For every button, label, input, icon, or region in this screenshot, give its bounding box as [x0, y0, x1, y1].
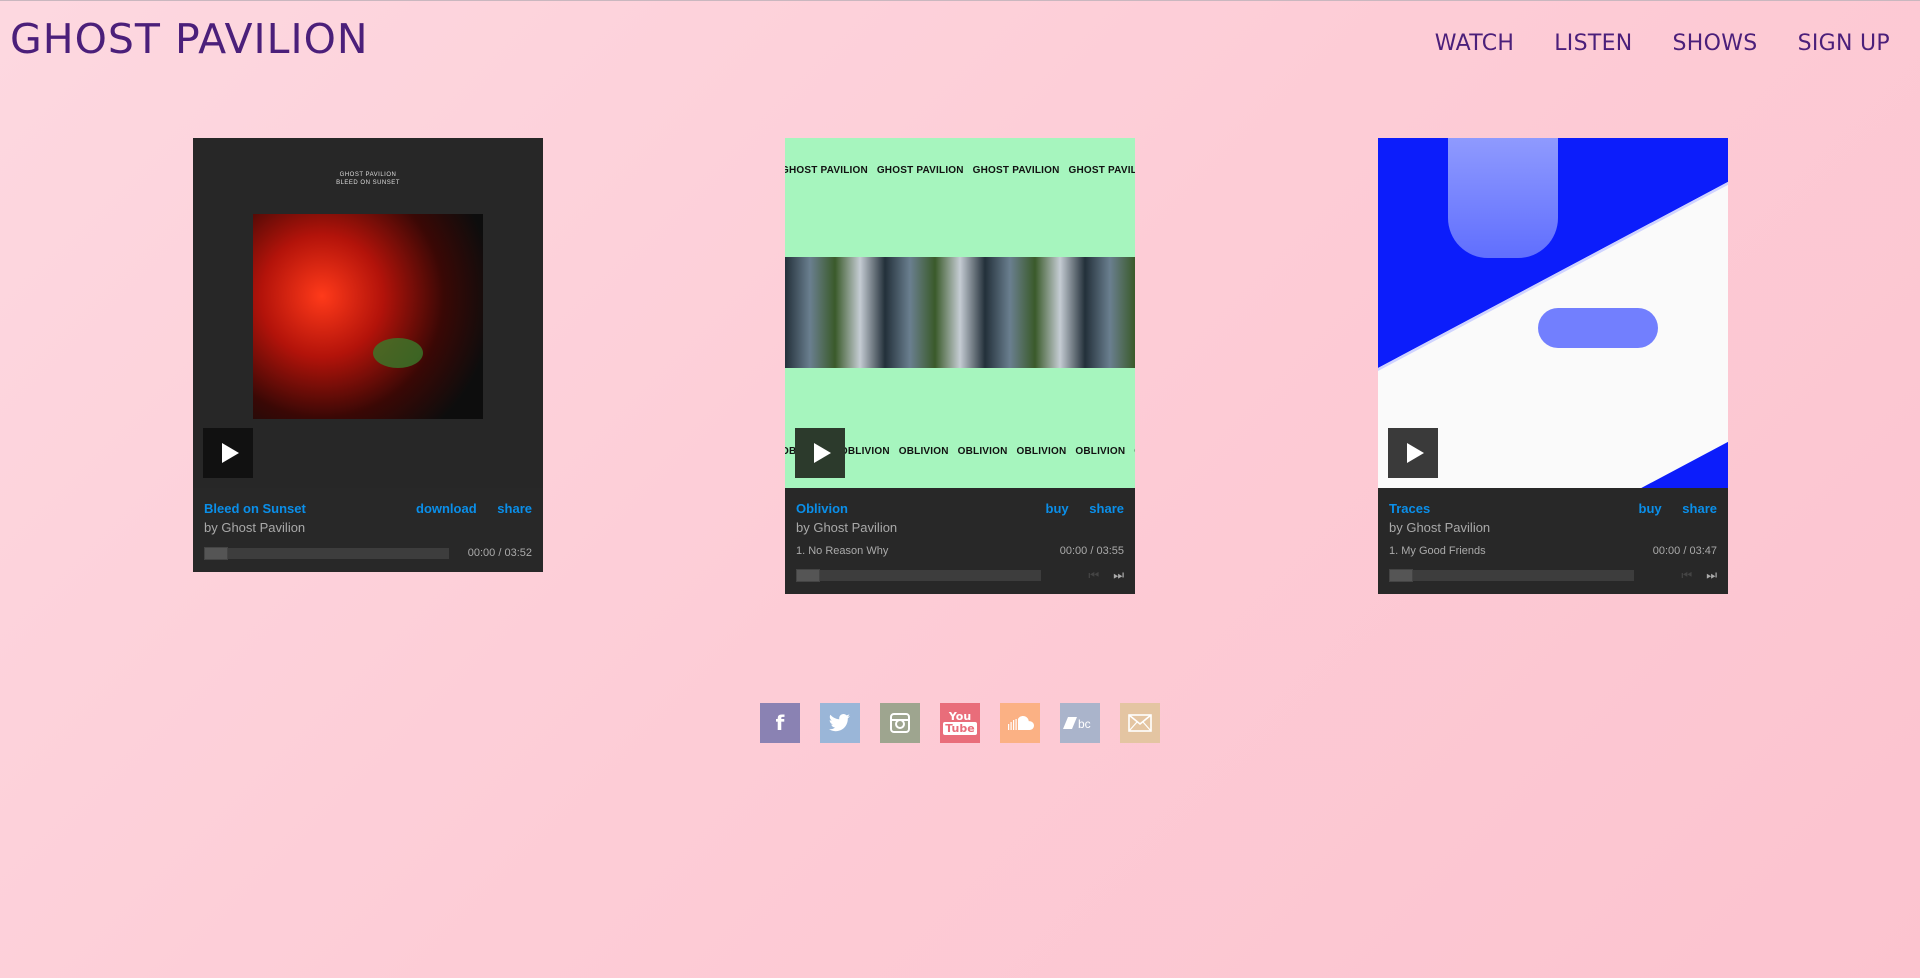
twitter-bird-glyph [829, 714, 850, 732]
bandcamp-player-traces: Traces buy share by Ghost Pavilion 1. My… [1378, 138, 1728, 594]
main-nav: WATCH LISTEN SHOWS SIGN UP [1395, 31, 1890, 56]
next-track-icon[interactable]: ⏭ [1706, 568, 1717, 583]
nav-listen[interactable]: LISTEN [1554, 31, 1632, 56]
buy-link[interactable]: buy [1639, 501, 1662, 516]
progress-handle[interactable] [204, 546, 228, 560]
progress-bar[interactable] [796, 568, 1041, 582]
nav-sign-up[interactable]: SIGN UP [1798, 31, 1890, 56]
album-title-link[interactable]: Oblivion [796, 501, 848, 516]
bandcamp-icon[interactable]: bc [1060, 703, 1100, 743]
progress-bar[interactable] [204, 546, 449, 560]
share-link[interactable]: share [1089, 501, 1124, 516]
nav-watch[interactable]: WATCH [1435, 31, 1514, 56]
play-icon [221, 443, 239, 463]
instagram-icon[interactable] [880, 703, 920, 743]
youtube-icon[interactable]: You Tube [940, 703, 980, 743]
youtube-tube-text: Tube [943, 722, 977, 735]
album-title-link[interactable]: Bleed on Sunset [204, 501, 306, 516]
player-info: Bleed on Sunset download share by Ghost … [193, 488, 543, 572]
artist-name: by Ghost Pavilion [1389, 520, 1491, 535]
site-title[interactable]: GHOST PAVILION [10, 15, 369, 63]
current-track[interactable]: 1. No Reason Why [796, 545, 888, 557]
art-figure [1448, 138, 1558, 258]
album-art[interactable]: GHOST PAVILION GHOST PAVILION GHOST PAVI… [785, 138, 1135, 488]
email-icon[interactable] [1120, 703, 1160, 743]
instagram-camera-glyph [890, 713, 910, 733]
progress-bar[interactable] [1389, 568, 1634, 582]
next-track-icon[interactable]: ⏭ [1113, 568, 1124, 583]
album-art[interactable]: GHOST PAVILION BLEED ON SUNSET [193, 138, 543, 488]
progress-handle[interactable] [1389, 568, 1413, 582]
play-icon [813, 443, 831, 463]
art-band-text-top: GHOST PAVILION GHOST PAVILION GHOST PAVI… [785, 165, 1135, 176]
album-title-link[interactable]: Traces [1389, 501, 1430, 516]
share-link[interactable]: share [1682, 501, 1717, 516]
previous-track-icon[interactable]: ⏮ [1681, 568, 1692, 583]
artist-name: by Ghost Pavilion [204, 520, 306, 535]
play-button[interactable] [203, 428, 253, 478]
previous-track-icon[interactable]: ⏮ [1088, 568, 1099, 583]
share-link[interactable]: share [497, 501, 532, 516]
art-figure [373, 338, 423, 368]
time-display: 00:00 / 03:55 [1059, 545, 1124, 557]
player-info: Traces buy share by Ghost Pavilion 1. My… [1378, 488, 1728, 594]
soundcloud-icon[interactable] [1000, 703, 1040, 743]
art-photo-strip [785, 257, 1135, 368]
soundcloud-cloud-glyph [1008, 716, 1034, 730]
envelope-glyph [1128, 714, 1152, 732]
youtube-you-text: You [948, 710, 972, 723]
buy-link[interactable]: buy [1046, 501, 1069, 516]
current-track[interactable]: 1. My Good Friends [1389, 545, 1486, 557]
art-caption: GHOST PAVILION BLEED ON SUNSET [336, 172, 400, 186]
nav-shows[interactable]: SHOWS [1673, 31, 1758, 56]
art-hands [1538, 308, 1658, 348]
play-icon [1406, 443, 1424, 463]
time-display: 00:00 / 03:52 [467, 547, 532, 559]
art-photo [253, 214, 483, 419]
facebook-icon[interactable]: f [760, 703, 800, 743]
social-links: f You Tube bc [760, 703, 1160, 743]
album-art[interactable] [1378, 138, 1728, 488]
svg-text:bc: bc [1078, 717, 1091, 730]
artist-name: by Ghost Pavilion [796, 520, 898, 535]
twitter-icon[interactable] [820, 703, 860, 743]
bandcamp-glyph: bc [1063, 717, 1091, 730]
play-button[interactable] [795, 428, 845, 478]
progress-handle[interactable] [796, 568, 820, 582]
play-button[interactable] [1388, 428, 1438, 478]
time-display: 00:00 / 03:47 [1652, 545, 1717, 557]
download-link[interactable]: download [416, 501, 477, 516]
bandcamp-player-oblivion: GHOST PAVILION GHOST PAVILION GHOST PAVI… [785, 138, 1135, 594]
bandcamp-player-bleed-on-sunset: GHOST PAVILION BLEED ON SUNSET Bleed on … [193, 138, 543, 572]
player-info: Oblivion buy share by Ghost Pavilion 1. … [785, 488, 1135, 594]
